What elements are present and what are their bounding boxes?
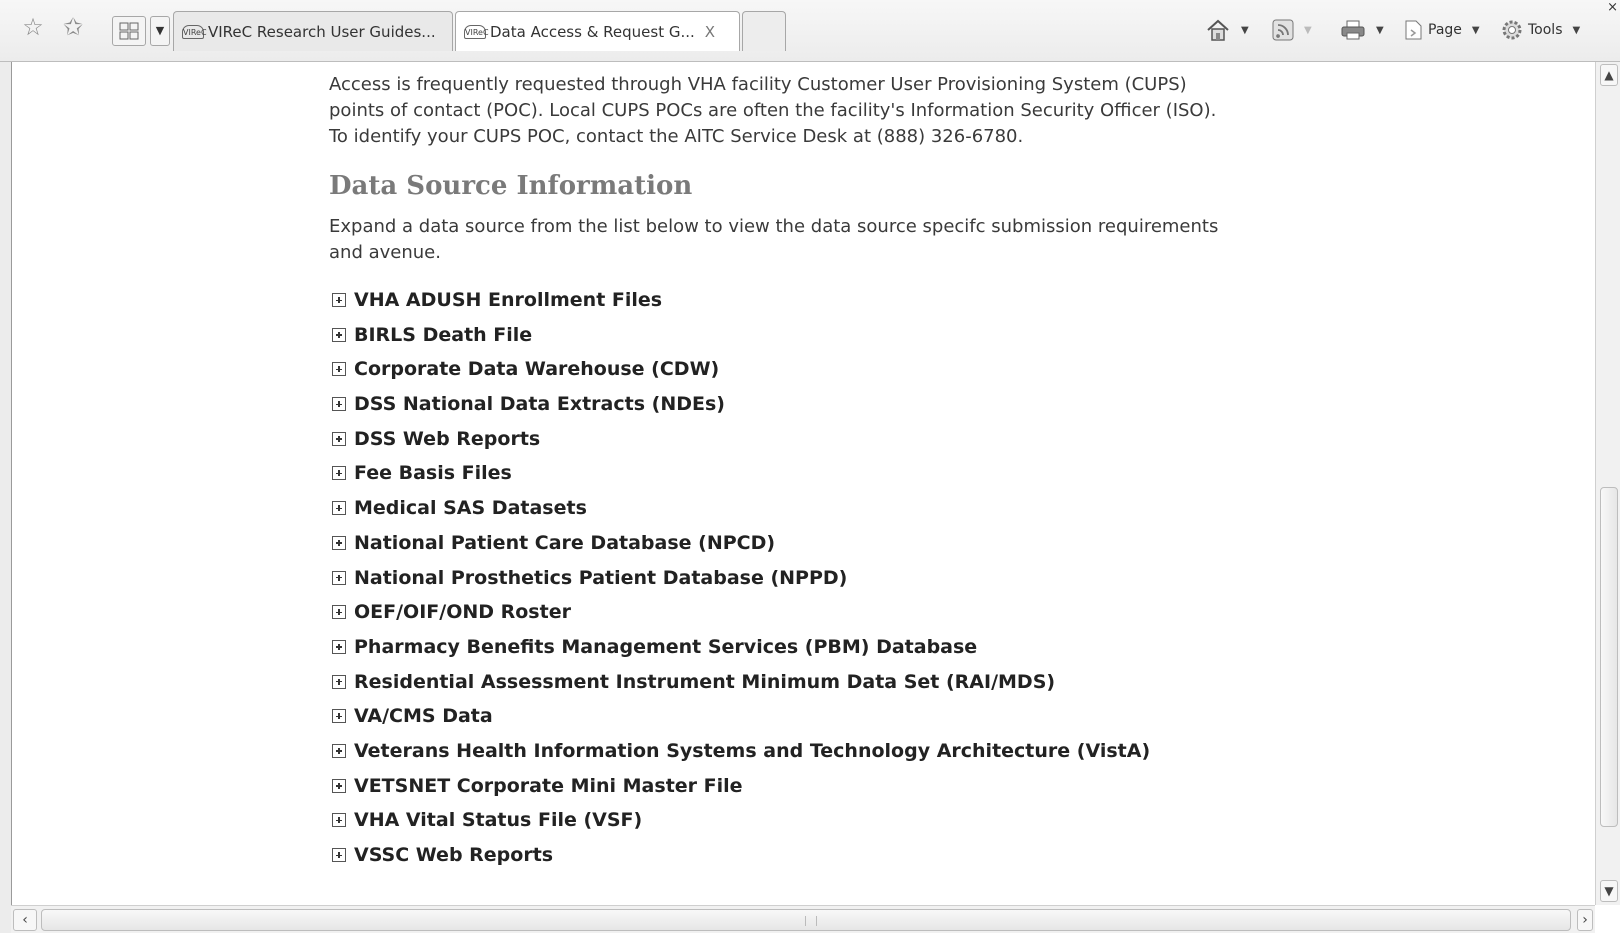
tab-data-access-request[interactable]: VIReC Data Access & Request G... X: [455, 11, 740, 51]
chevron-down-icon[interactable]: ▼: [1304, 25, 1312, 36]
expand-plus-icon[interactable]: [332, 466, 346, 481]
window-frame-edge: [0, 62, 11, 933]
window-close-icon[interactable]: ×: [1607, 0, 1618, 15]
browser-window: ☆ ✩ ▼ VIReC VIReC Research User Guides..…: [0, 0, 1620, 933]
scroll-down-icon[interactable]: ▼: [1600, 880, 1618, 902]
data-source-label[interactable]: VSSC Web Reports: [354, 843, 553, 867]
data-source-label[interactable]: Pharmacy Benefits Management Services (P…: [354, 635, 977, 659]
gear-icon: [1502, 20, 1522, 40]
data-source-item[interactable]: Fee Basis Files: [329, 461, 1229, 496]
data-source-label[interactable]: National Prosthetics Patient Database (N…: [354, 566, 847, 590]
data-source-item[interactable]: Medical SAS Datasets: [329, 496, 1229, 531]
data-source-item[interactable]: VETSNET Corporate Mini Master File: [329, 774, 1229, 809]
quick-tabs-icon: [119, 22, 139, 40]
data-source-item[interactable]: VSSC Web Reports: [329, 843, 1229, 878]
expand-plus-icon[interactable]: [332, 639, 346, 654]
page-icon: [1405, 20, 1422, 40]
vertical-scroll-thumb[interactable]: [1600, 487, 1618, 827]
print-icon: [1341, 20, 1365, 40]
vertical-scrollbar[interactable]: ▲ ▼: [1595, 62, 1620, 905]
data-source-item[interactable]: BIRLS Death File: [329, 323, 1229, 358]
data-source-item[interactable]: VA/CMS Data: [329, 704, 1229, 739]
data-source-label[interactable]: BIRLS Death File: [354, 323, 532, 347]
horizontal-scroll-thumb[interactable]: [41, 909, 1571, 931]
tab-list-dropdown[interactable]: ▼: [150, 16, 170, 46]
add-favorites-icon[interactable]: ✩: [58, 12, 88, 42]
expand-plus-icon[interactable]: [332, 362, 346, 377]
site-favicon-icon: VIReC: [182, 24, 207, 39]
data-source-label[interactable]: Fee Basis Files: [354, 461, 512, 485]
chevron-down-icon[interactable]: ▼: [1472, 25, 1480, 36]
data-source-item[interactable]: Veterans Health Information Systems and …: [329, 739, 1229, 774]
tab-label: VIReC Research User Guides...: [208, 22, 436, 41]
data-source-label[interactable]: Residential Assessment Instrument Minimu…: [354, 670, 1055, 694]
expand-plus-icon[interactable]: [332, 327, 346, 342]
data-source-label[interactable]: VHA ADUSH Enrollment Files: [354, 288, 662, 312]
data-source-item[interactable]: National Patient Care Database (NPCD): [329, 531, 1229, 566]
data-source-label[interactable]: OEF/OIF/OND Roster: [354, 600, 571, 624]
feeds-button[interactable]: ▼: [1272, 17, 1312, 43]
scroll-up-icon[interactable]: ▲: [1600, 64, 1618, 86]
data-source-item[interactable]: National Prosthetics Patient Database (N…: [329, 566, 1229, 601]
quick-tabs-button[interactable]: [112, 16, 146, 46]
page-menu-label: Page: [1428, 22, 1462, 38]
chevron-down-icon[interactable]: ▼: [1573, 25, 1581, 36]
print-button[interactable]: ▼: [1340, 17, 1384, 43]
browser-toolbar: ☆ ✩ ▼ VIReC VIReC Research User Guides..…: [0, 0, 1620, 62]
data-source-item[interactable]: DSS Web Reports: [329, 427, 1229, 462]
tab-virec-user-guides[interactable]: VIReC VIReC Research User Guides...: [173, 11, 453, 51]
data-source-label[interactable]: DSS Web Reports: [354, 427, 540, 451]
data-source-label[interactable]: Corporate Data Warehouse (CDW): [354, 357, 719, 381]
data-source-list: VHA ADUSH Enrollment Files BIRLS Death Fi…: [329, 288, 1229, 878]
new-tab-button[interactable]: [742, 11, 786, 51]
data-source-item[interactable]: Residential Assessment Instrument Minimu…: [329, 670, 1229, 705]
tab-label: Data Access & Request G...: [490, 22, 695, 41]
expand-plus-icon[interactable]: [332, 743, 346, 758]
data-source-label[interactable]: VHA Vital Status File (VSF): [354, 808, 642, 832]
expand-plus-icon[interactable]: [332, 293, 346, 307]
home-icon: [1207, 19, 1229, 41]
rss-feed-icon: [1272, 19, 1294, 41]
expand-plus-icon[interactable]: [332, 431, 346, 446]
tools-menu-label: Tools: [1528, 22, 1563, 38]
data-source-label[interactable]: DSS National Data Extracts (NDEs): [354, 392, 725, 416]
favorites-star-icon[interactable]: ☆: [18, 12, 48, 42]
data-source-item[interactable]: OEF/OIF/OND Roster: [329, 600, 1229, 635]
page-viewport: Access is frequently requested through V…: [11, 62, 1596, 905]
data-source-label[interactable]: VETSNET Corporate Mini Master File: [354, 774, 743, 798]
data-source-label[interactable]: National Patient Care Database (NPCD): [354, 531, 775, 555]
data-source-label[interactable]: Veterans Health Information Systems and …: [354, 739, 1150, 763]
expand-plus-icon[interactable]: [332, 605, 346, 620]
data-source-item[interactable]: Pharmacy Benefits Management Services (P…: [329, 635, 1229, 670]
data-source-item[interactable]: VHA Vital Status File (VSF): [329, 808, 1229, 843]
scroll-left-icon[interactable]: ‹: [13, 909, 37, 931]
expand-instructions: Expand a data source from the list below…: [329, 216, 1219, 263]
page-menu-button[interactable]: Page ▼: [1402, 17, 1480, 43]
expand-plus-icon[interactable]: [332, 778, 346, 793]
cups-access-paragraph: Access is frequently requested through V…: [329, 74, 1217, 147]
tools-menu-button[interactable]: Tools ▼: [1500, 17, 1580, 43]
data-source-item[interactable]: VHA ADUSH Enrollment Files: [329, 288, 1229, 323]
data-source-item[interactable]: DSS National Data Extracts (NDEs): [329, 392, 1229, 427]
page-content: Access is frequently requested through V…: [329, 72, 1229, 878]
scroll-right-icon[interactable]: ›: [1577, 909, 1593, 931]
expand-plus-icon[interactable]: [332, 501, 346, 516]
expand-plus-icon[interactable]: [332, 813, 346, 828]
home-button[interactable]: ▼: [1205, 17, 1249, 43]
expand-plus-icon[interactable]: [332, 709, 346, 724]
site-favicon-icon: VIReC: [464, 24, 489, 39]
data-source-label[interactable]: VA/CMS Data: [354, 704, 493, 728]
tab-close-icon[interactable]: X: [705, 23, 715, 41]
expand-plus-icon[interactable]: [332, 570, 346, 585]
data-source-item[interactable]: Corporate Data Warehouse (CDW): [329, 357, 1229, 392]
data-source-label[interactable]: Medical SAS Datasets: [354, 496, 587, 520]
expand-plus-icon[interactable]: [332, 397, 346, 412]
horizontal-scrollbar[interactable]: ‹ ›: [11, 905, 1595, 933]
chevron-down-icon[interactable]: ▼: [1241, 25, 1249, 36]
data-source-heading: Data Source Information: [329, 171, 693, 201]
expand-plus-icon[interactable]: [332, 535, 346, 550]
expand-plus-icon[interactable]: [332, 674, 346, 689]
expand-plus-icon[interactable]: [332, 848, 346, 862]
chevron-down-icon[interactable]: ▼: [1376, 25, 1384, 36]
